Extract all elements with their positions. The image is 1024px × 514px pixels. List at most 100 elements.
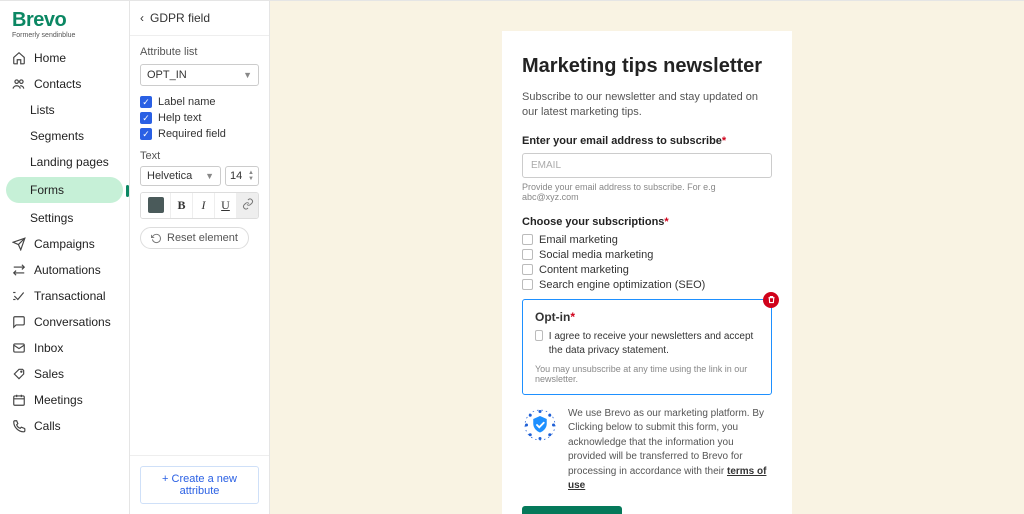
font-selected: Helvetica	[147, 170, 192, 182]
nav-label: Meetings	[34, 393, 83, 407]
logo-subtext: Formerly sendinblue	[12, 32, 117, 39]
nav-campaigns[interactable]: Campaigns	[0, 231, 129, 257]
nav-landing-pages[interactable]: Landing pages	[0, 149, 129, 175]
form-preview: Marketing tips newsletter Subscribe to o…	[502, 31, 792, 514]
font-select[interactable]: Helvetica ▼	[140, 166, 221, 186]
text-color-swatch[interactable]	[141, 193, 171, 218]
optin-title: Opt-in*	[535, 310, 759, 324]
nav-label: Campaigns	[34, 237, 95, 251]
meetings-icon	[12, 393, 26, 407]
subscription-option[interactable]: Content marketing	[522, 264, 772, 276]
underline-button[interactable]: U	[215, 193, 237, 218]
email-label: Enter your email address to subscribe*	[522, 135, 772, 147]
sales-icon	[12, 367, 26, 381]
create-attribute-label: + Create a new attribute	[162, 473, 237, 497]
nav-label: Inbox	[34, 341, 63, 355]
nav-label: Segments	[30, 129, 84, 143]
attribute-select[interactable]: OPT_IN ▼	[140, 64, 259, 86]
option-label: Social media marketing	[539, 249, 653, 261]
delete-field-button[interactable]	[763, 292, 779, 308]
nav-meetings[interactable]: Meetings	[0, 387, 129, 413]
nav-contacts[interactable]: Contacts	[0, 71, 129, 97]
checkbox-checked-icon: ✓	[140, 128, 152, 140]
calls-icon	[12, 419, 26, 433]
nav-label: Contacts	[34, 77, 81, 91]
checkbox-label: Help text	[158, 112, 201, 124]
subscribe-button[interactable]: SUBSCRIBE	[522, 506, 622, 514]
panel-body: Attribute list OPT_IN ▼ ✓ Label name ✓ H…	[130, 36, 269, 455]
nav-label: Automations	[34, 263, 101, 277]
active-indicator	[126, 185, 129, 197]
subscription-option[interactable]: Email marketing	[522, 234, 772, 246]
checkbox-icon	[522, 234, 533, 245]
option-label: Search engine optimization (SEO)	[539, 279, 705, 291]
subscriptions-label-text: Choose your subscriptions	[522, 216, 664, 228]
form-description: Subscribe to our newsletter and stay upd…	[522, 90, 772, 121]
checkbox-label: Required field	[158, 128, 226, 140]
email-input[interactable]: EMAIL	[522, 153, 772, 178]
nav-calls[interactable]: Calls	[0, 413, 129, 439]
subscription-option[interactable]: Search engine optimization (SEO)	[522, 279, 772, 291]
nav-label: Settings	[30, 211, 73, 225]
checkbox-icon	[522, 249, 533, 260]
nav-home[interactable]: Home	[0, 45, 129, 71]
subscription-option[interactable]: Social media marketing	[522, 249, 772, 261]
option-label: Email marketing	[539, 234, 618, 246]
platform-text: We use Brevo as our marketing platform. …	[568, 407, 772, 494]
nav-forms[interactable]: Forms	[6, 177, 123, 203]
logo-text: Brevo	[12, 9, 117, 32]
platform-disclaimer: We use Brevo as our marketing platform. …	[522, 407, 772, 494]
form-canvas[interactable]: Marketing tips newsletter Subscribe to o…	[270, 1, 1024, 514]
required-asterisk: *	[722, 135, 726, 147]
home-icon	[12, 51, 26, 65]
nav-automations[interactable]: Automations	[0, 257, 129, 283]
shield-check-icon	[522, 407, 558, 443]
email-help-text: Provide your email address to subscribe.…	[522, 182, 772, 202]
optin-text: I agree to receive your newsletters and …	[549, 330, 759, 358]
checkbox-icon	[522, 264, 533, 275]
color-swatch-icon	[148, 197, 164, 213]
email-label-text: Enter your email address to subscribe	[522, 135, 722, 147]
required-asterisk: *	[570, 310, 575, 324]
reset-element-button[interactable]: Reset element	[140, 227, 249, 249]
link-button[interactable]	[237, 193, 258, 218]
chevron-down-icon: ▼	[205, 171, 214, 181]
nav-segments[interactable]: Segments	[0, 123, 129, 149]
bold-button[interactable]: B	[171, 193, 193, 218]
nav-label: Lists	[30, 103, 55, 117]
conversations-icon	[12, 315, 26, 329]
nav-settings[interactable]: Settings	[0, 205, 129, 231]
panel-title: GDPR field	[150, 11, 210, 25]
label-name-checkbox-row[interactable]: ✓ Label name	[140, 96, 259, 108]
number-steppers[interactable]: ▲▼	[248, 170, 254, 182]
inbox-icon	[12, 341, 26, 355]
font-size-input[interactable]: 14 ▲▼	[225, 166, 259, 186]
checkbox-label: Label name	[158, 96, 216, 108]
main-sidebar: Brevo Formerly sendinblue Home Contacts …	[0, 1, 130, 514]
logo: Brevo Formerly sendinblue	[0, 9, 129, 45]
optin-field-selected[interactable]: Opt-in* I agree to receive your newslett…	[522, 299, 772, 395]
subscriptions-list: Email marketing Social media marketing C…	[522, 234, 772, 291]
nav-label: Home	[34, 51, 66, 65]
option-label: Content marketing	[539, 264, 629, 276]
create-attribute-button[interactable]: + Create a new attribute	[140, 466, 259, 504]
font-size-value: 14	[230, 170, 242, 182]
nav-sales[interactable]: Sales	[0, 361, 129, 387]
chevron-left-icon: ‹	[140, 11, 144, 25]
transactional-icon	[12, 289, 26, 303]
nav-inbox[interactable]: Inbox	[0, 335, 129, 361]
contacts-icon	[12, 77, 26, 91]
nav-label: Calls	[34, 419, 61, 433]
panel-back[interactable]: ‹ GDPR field	[130, 1, 269, 36]
italic-button[interactable]: I	[193, 193, 215, 218]
nav-transactional[interactable]: Transactional	[0, 283, 129, 309]
optin-checkbox-row[interactable]: I agree to receive your newsletters and …	[535, 330, 759, 358]
nav-lists[interactable]: Lists	[0, 97, 129, 123]
required-asterisk: *	[664, 216, 668, 228]
link-icon	[242, 198, 254, 210]
required-field-checkbox-row[interactable]: ✓ Required field	[140, 128, 259, 140]
form-title: Marketing tips newsletter	[522, 55, 772, 78]
checkbox-icon	[535, 330, 543, 341]
help-text-checkbox-row[interactable]: ✓ Help text	[140, 112, 259, 124]
nav-conversations[interactable]: Conversations	[0, 309, 129, 335]
